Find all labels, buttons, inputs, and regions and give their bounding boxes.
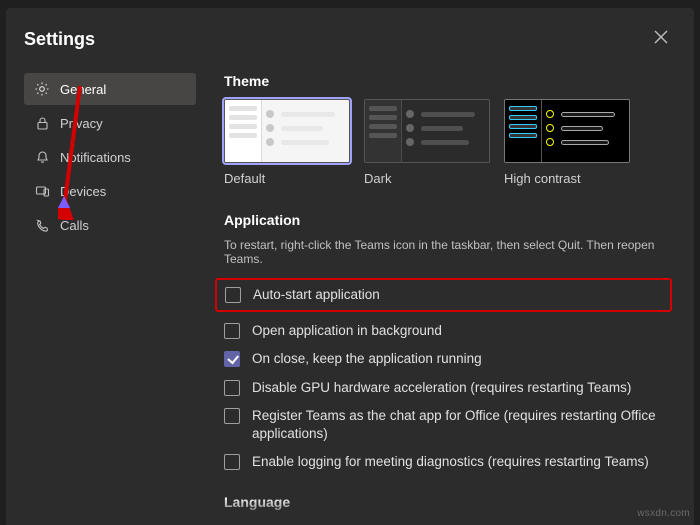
checkbox[interactable] bbox=[224, 408, 240, 424]
checkbox[interactable] bbox=[225, 287, 241, 303]
option-label: Auto-start application bbox=[253, 286, 380, 304]
settings-sidebar: General Privacy Notifications Devices bbox=[24, 73, 196, 520]
sidebar-item-label: General bbox=[60, 82, 106, 97]
theme-option-high-contrast[interactable]: High contrast bbox=[504, 99, 630, 186]
theme-thumbnail bbox=[504, 99, 630, 163]
checkbox[interactable] bbox=[224, 380, 240, 396]
sidebar-item-notifications[interactable]: Notifications bbox=[24, 141, 196, 173]
sidebar-item-calls[interactable]: Calls bbox=[24, 209, 196, 241]
sidebar-item-label: Devices bbox=[60, 184, 106, 199]
bell-icon bbox=[34, 149, 50, 165]
option-enable-logging[interactable]: Enable logging for meeting diagnostics (… bbox=[224, 453, 672, 471]
application-heading: Application bbox=[224, 212, 672, 228]
option-label: Register Teams as the chat app for Offic… bbox=[252, 407, 672, 443]
page-title: Settings bbox=[24, 29, 95, 50]
option-on-close-keep-running[interactable]: On close, keep the application running bbox=[224, 350, 672, 368]
lock-icon bbox=[34, 115, 50, 131]
sidebar-item-general[interactable]: General bbox=[24, 73, 196, 105]
theme-option-dark[interactable]: Dark bbox=[364, 99, 490, 186]
sidebar-item-label: Notifications bbox=[60, 150, 131, 165]
theme-label: Default bbox=[224, 171, 350, 186]
option-disable-gpu[interactable]: Disable GPU hardware acceleration (requi… bbox=[224, 379, 672, 397]
phone-icon bbox=[34, 217, 50, 233]
checkbox[interactable] bbox=[224, 323, 240, 339]
sidebar-item-label: Privacy bbox=[60, 116, 103, 131]
theme-label: Dark bbox=[364, 171, 490, 186]
devices-icon bbox=[34, 183, 50, 199]
option-register-office-chat[interactable]: Register Teams as the chat app for Offic… bbox=[224, 407, 672, 443]
option-auto-start[interactable]: Auto-start application bbox=[215, 278, 672, 312]
watermark: wsxdn.com bbox=[637, 508, 690, 519]
application-restart-hint: To restart, right-click the Teams icon i… bbox=[224, 238, 672, 266]
option-open-background[interactable]: Open application in background bbox=[224, 322, 672, 340]
theme-label: High contrast bbox=[504, 171, 630, 186]
theme-option-default[interactable]: Default bbox=[224, 99, 350, 186]
option-label: Enable logging for meeting diagnostics (… bbox=[252, 453, 649, 471]
theme-thumbnail bbox=[364, 99, 490, 163]
theme-heading: Theme bbox=[224, 73, 672, 89]
option-label: Disable GPU hardware acceleration (requi… bbox=[252, 379, 631, 397]
close-icon bbox=[654, 30, 668, 44]
checkbox[interactable] bbox=[224, 454, 240, 470]
sidebar-item-privacy[interactable]: Privacy bbox=[24, 107, 196, 139]
option-label: On close, keep the application running bbox=[252, 350, 482, 368]
close-button[interactable] bbox=[650, 26, 672, 53]
language-heading: Language bbox=[224, 494, 672, 510]
gear-icon bbox=[34, 81, 50, 97]
sidebar-item-label: Calls bbox=[60, 218, 89, 233]
option-label: Open application in background bbox=[252, 322, 442, 340]
theme-thumbnail bbox=[224, 99, 350, 163]
sidebar-item-devices[interactable]: Devices bbox=[24, 175, 196, 207]
checkbox[interactable] bbox=[224, 351, 240, 367]
